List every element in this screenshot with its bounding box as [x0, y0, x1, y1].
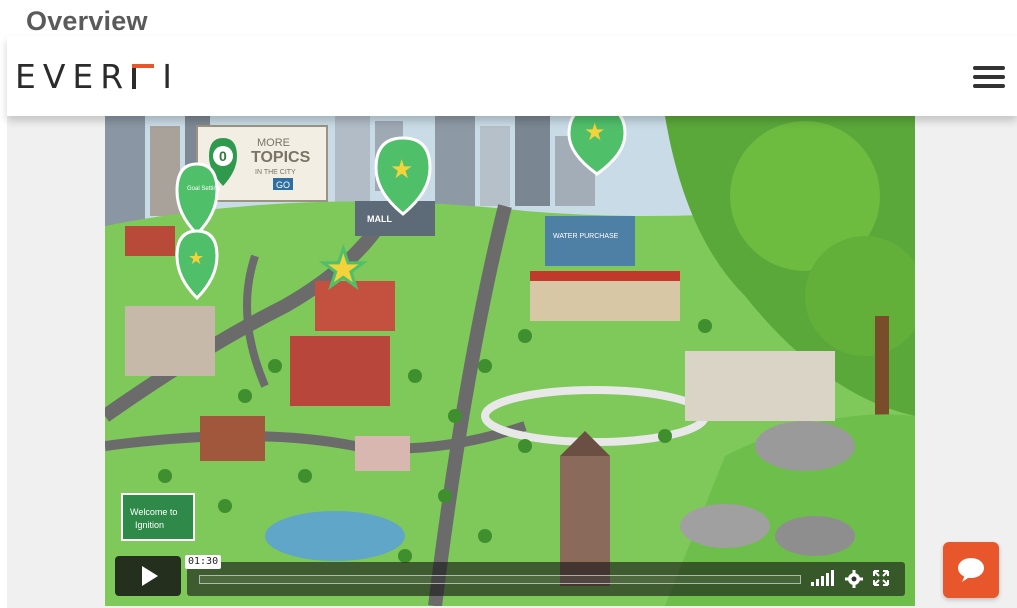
volume-icon[interactable] — [809, 570, 837, 588]
logo-text: EVER — [15, 56, 131, 96]
page-title: Overview — [26, 6, 148, 36]
chat-bubble-icon — [958, 558, 984, 582]
school-star: ★ — [320, 240, 367, 298]
site-header: EVER I — [7, 36, 1017, 116]
topics-line3: IN THE CITY — [255, 169, 296, 176]
video-player[interactable]: MALL WATER PURCHASE 0 MORE TOPICS IN THE… — [105, 116, 915, 606]
play-button[interactable] — [115, 556, 181, 596]
goal-setting-label: Goal Setting — [187, 186, 220, 192]
video-progress-bar[interactable] — [199, 575, 801, 584]
logo-f-mark — [130, 61, 156, 91]
play-icon — [142, 566, 158, 586]
svg-text:★: ★ — [188, 248, 204, 268]
welcome-line2: Ignition — [135, 520, 164, 530]
video-frame-city-map: MALL WATER PURCHASE 0 MORE TOPICS IN THE… — [105, 116, 915, 606]
topics-line1: MORE — [257, 137, 290, 149]
chat-button[interactable] — [943, 542, 999, 598]
topics-go-button: GO — [276, 180, 290, 190]
svg-text:★: ★ — [584, 119, 606, 146]
time-tooltip: 01:30 — [185, 555, 222, 569]
svg-text:★: ★ — [390, 154, 413, 184]
fullscreen-icon[interactable] — [873, 570, 889, 586]
welcome-line1: Welcome to — [130, 507, 177, 517]
gear-icon[interactable] — [845, 570, 863, 588]
mall-label: MALL — [367, 214, 392, 224]
store-sign: WATER PURCHASE — [553, 233, 619, 240]
hamburger-menu-icon[interactable] — [973, 66, 1005, 90]
topics-line2: TOPICS — [251, 149, 311, 166]
video-control-bar — [187, 562, 905, 596]
everfi-logo[interactable]: EVER I — [15, 56, 172, 96]
topics-count: 0 — [219, 148, 227, 164]
logo-text-tail: I — [162, 56, 172, 96]
